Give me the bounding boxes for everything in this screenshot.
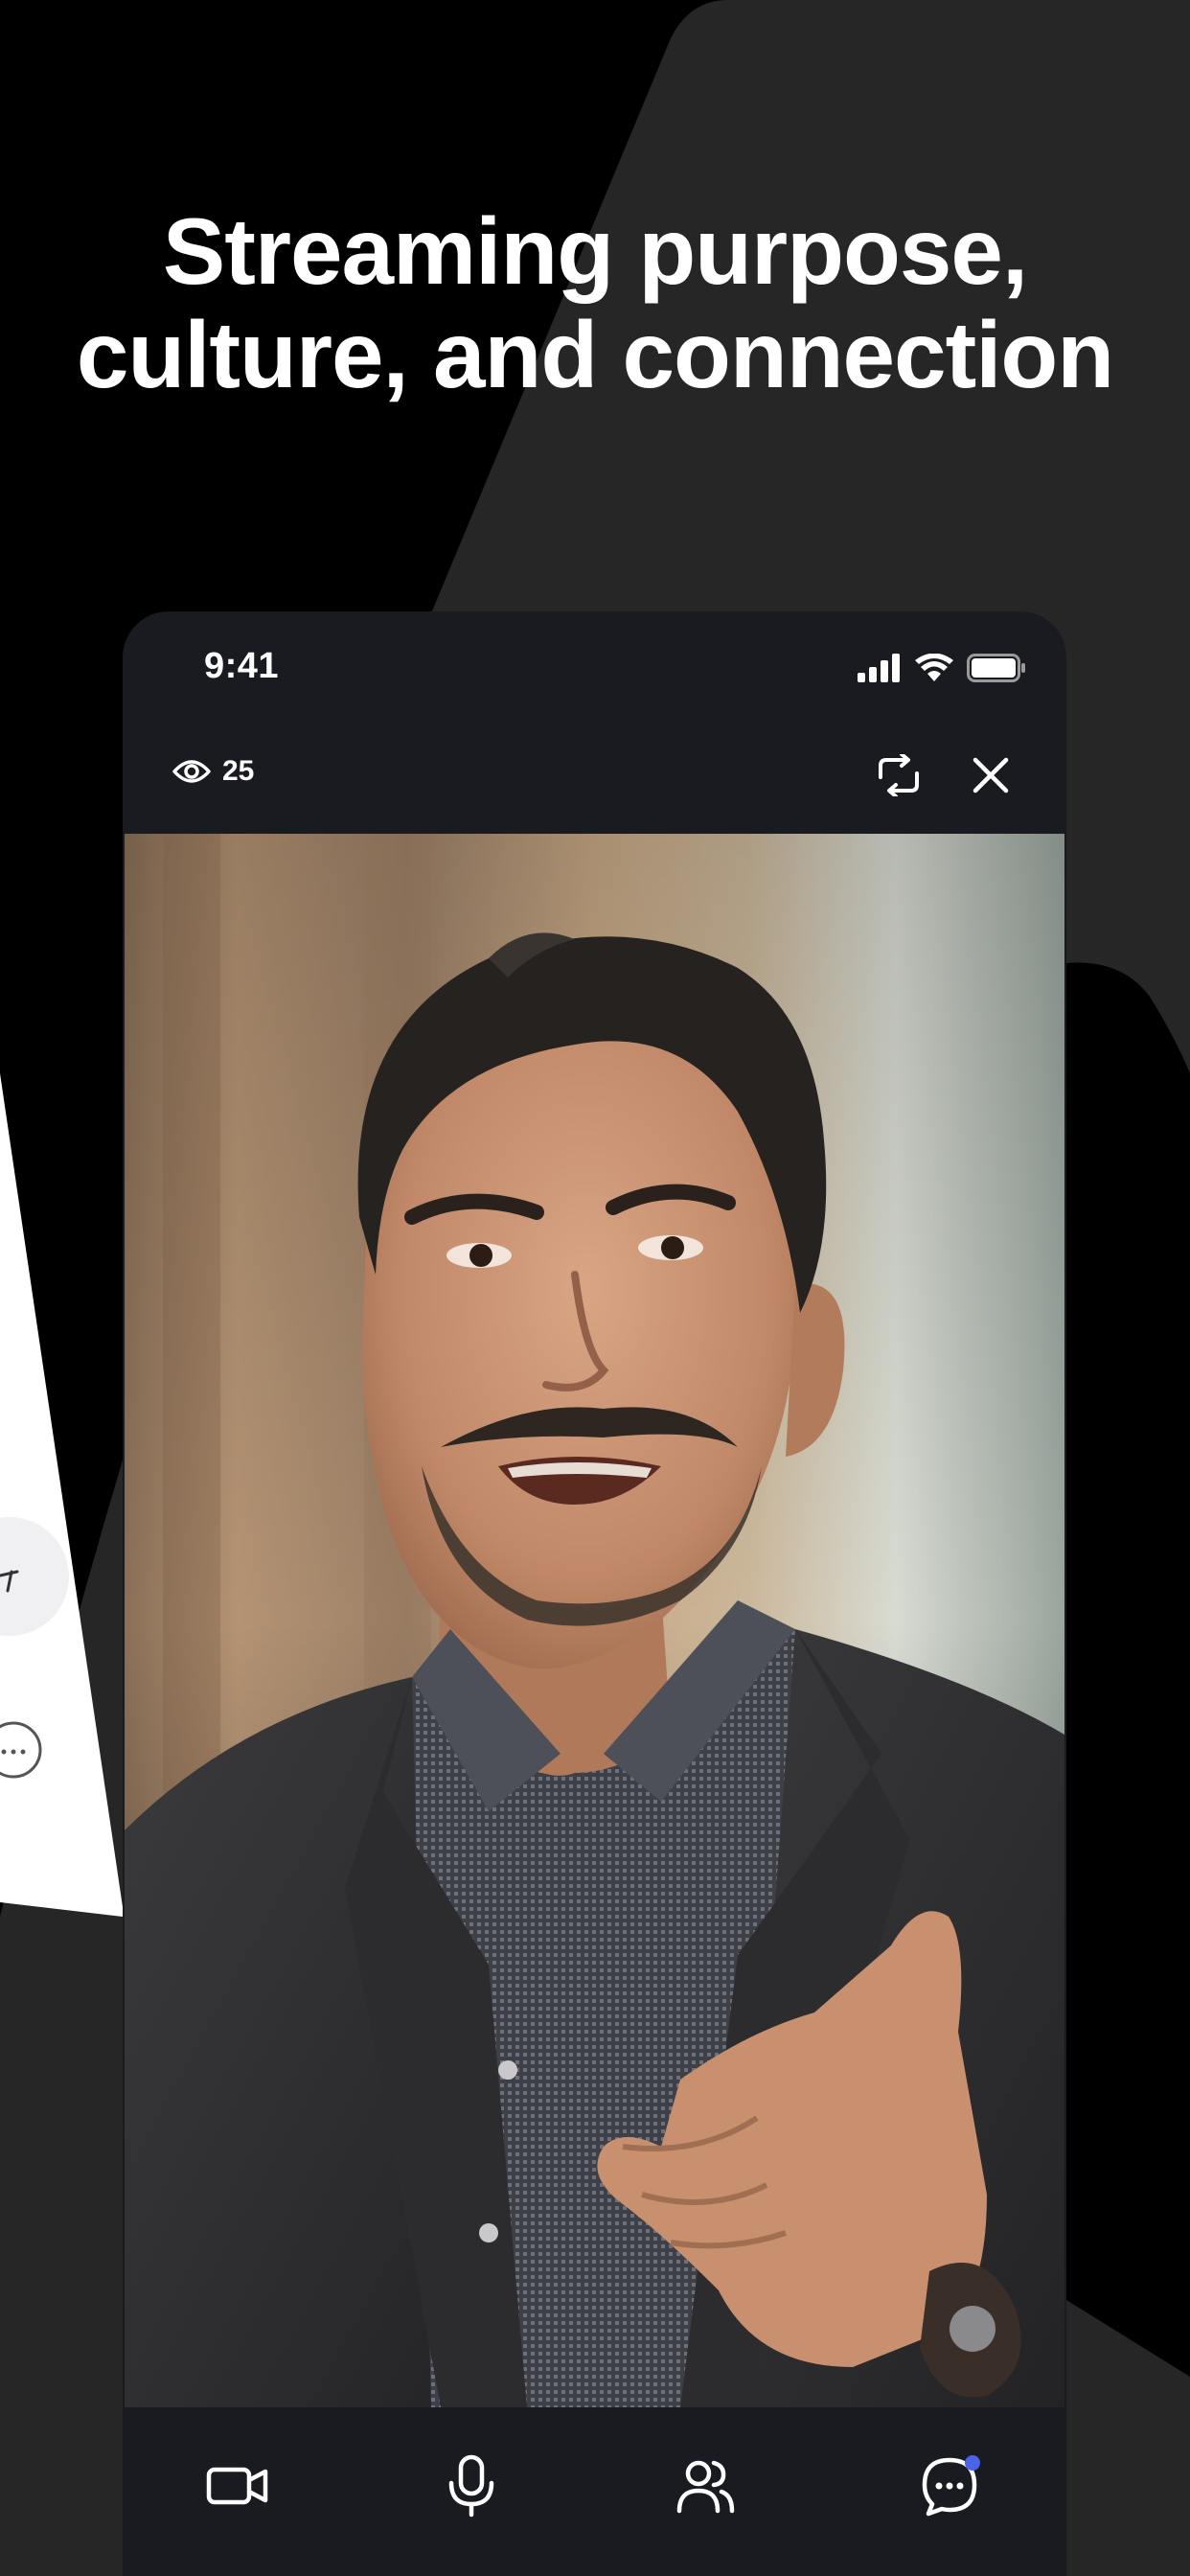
close-icon (973, 757, 1009, 794)
phone-mockup: 9:41 25 (123, 611, 1066, 2576)
close-button[interactable] (965, 749, 1017, 801)
chat-button[interactable] (914, 2448, 991, 2524)
mic-toggle-button[interactable] (433, 2448, 510, 2524)
unread-dot (965, 2455, 980, 2471)
signal-icon (858, 654, 900, 682)
bottom-toolbar (123, 2409, 1066, 2576)
video-camera-icon (206, 2467, 268, 2505)
chat-bubble-icon (922, 2455, 980, 2517)
status-time: 9:41 (204, 646, 280, 686)
viewer-count: 25 (172, 755, 254, 788)
wifi-icon (915, 654, 953, 681)
battery-icon (967, 654, 1025, 682)
stream-actions (873, 749, 1017, 801)
status-icons (858, 652, 1026, 684)
speaker-video-frame (125, 834, 1064, 2407)
eye-icon (172, 760, 211, 783)
status-bar: 9:41 (123, 611, 1066, 726)
headline-line-2: culture, and connection (76, 302, 1114, 407)
switch-camera-button[interactable] (873, 749, 925, 801)
switch-camera-icon (879, 754, 919, 796)
microphone-icon (448, 2454, 494, 2518)
stream-top-bar: 25 (123, 726, 1066, 832)
people-icon (676, 2460, 735, 2514)
participants-button[interactable] (667, 2448, 744, 2524)
video-feed[interactable] (125, 834, 1064, 2407)
viewer-count-value: 25 (222, 755, 255, 787)
headline: Streaming purpose, culture, and connecti… (0, 199, 1190, 406)
headline-line-1: Streaming purpose, (162, 198, 1028, 304)
video-toggle-button[interactable] (199, 2448, 276, 2524)
